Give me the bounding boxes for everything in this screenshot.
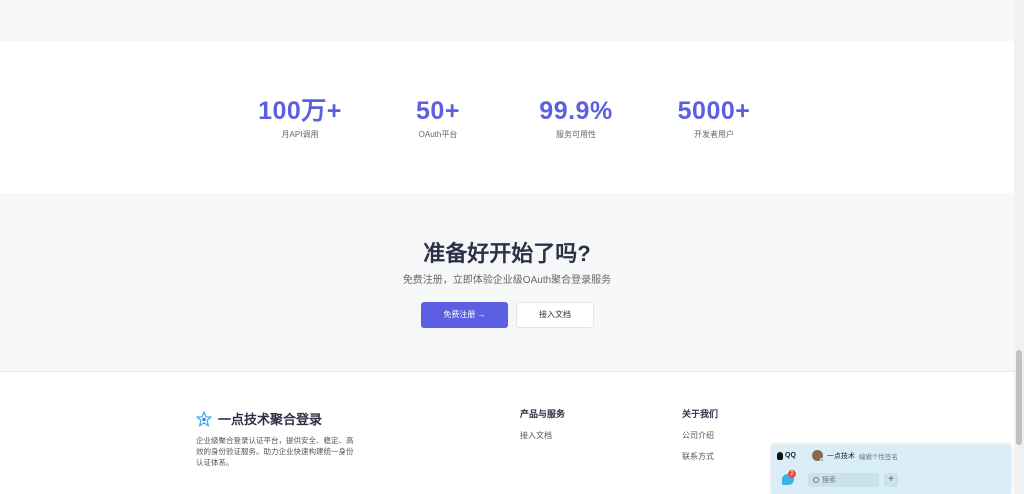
search-placeholder: 搜索	[822, 477, 836, 484]
scrollbar-thumb[interactable]	[1016, 350, 1022, 445]
brand-description: 企业级聚合登录认证平台，提供安全、稳定、高效的身份验证服务。助力企业快速构建统一…	[196, 436, 354, 467]
avatar[interactable]	[811, 450, 824, 462]
add-button[interactable]: +	[884, 473, 898, 487]
stat-label: OAuth平台	[418, 130, 458, 139]
stat-value: 50+	[416, 97, 460, 125]
search-icon	[813, 477, 819, 483]
penguin-icon	[777, 451, 783, 460]
stat-value: 99.9%	[539, 97, 613, 125]
brand-name: 一点技术聚合登录	[218, 412, 323, 427]
stat-label: 月API调用	[281, 130, 319, 139]
docs-button[interactable]: 接入文档	[516, 302, 594, 328]
stat-developers: 5000+ 开发者用户	[644, 97, 784, 140]
footer-link-company[interactable]: 公司介绍	[682, 430, 718, 441]
qq-header: QQ 一点技术 编辑个性签名	[777, 450, 898, 462]
qq-app-name: QQ	[785, 452, 796, 459]
cta-section: 准备好开始了吗? 免费注册，立即体验企业级OAuth聚合登录服务 免费注册 → …	[0, 193, 1014, 371]
footer-brand[interactable]: 一点技术聚合登录	[196, 409, 322, 428]
top-band	[0, 0, 1014, 41]
stat-oauth-platforms: 50+ OAuth平台	[368, 97, 508, 140]
unread-badge: 2	[788, 470, 796, 478]
stat-availability: 99.9% 服务可用性	[506, 97, 646, 140]
scrollbar[interactable]	[1014, 0, 1024, 494]
qq-panel: QQ 一点技术 编辑个性签名 2 搜索 +	[771, 445, 1011, 494]
stat-value: 5000+	[677, 97, 751, 125]
page: 100万+ 月API调用 50+ OAuth平台 99.9% 服务可用性 500…	[0, 0, 1024, 494]
column-title: 产品与服务	[520, 409, 566, 419]
star-icon	[196, 410, 212, 427]
footer-column-products: 产品与服务 接入文档	[520, 407, 565, 441]
footer-column-about: 关于我们 公司介绍 联系方式	[682, 407, 718, 462]
online-status-dot	[819, 458, 824, 462]
qq-logo: QQ	[777, 451, 796, 460]
qq-status-text[interactable]: 编辑个性签名	[859, 451, 898, 461]
stats-section: 100万+ 月API调用 50+ OAuth平台 99.9% 服务可用性 500…	[0, 41, 1014, 193]
qq-search-input[interactable]: 搜索	[808, 473, 879, 487]
cta-subtitle: 免费注册，立即体验企业级OAuth聚合登录服务	[402, 275, 612, 286]
stat-api-calls: 100万+ 月API调用	[230, 97, 370, 140]
footer-link-docs[interactable]: 接入文档	[520, 430, 565, 441]
stat-value: 100万+	[258, 97, 342, 125]
qq-user-name: 一点技术	[826, 452, 855, 460]
footer-link-contact[interactable]: 联系方式	[682, 451, 718, 462]
register-button[interactable]: 免费注册 →	[421, 302, 508, 328]
stat-label: 服务可用性	[556, 130, 596, 139]
stat-label: 开发者用户	[694, 130, 734, 139]
column-title: 关于我们	[682, 409, 719, 419]
cta-title: 准备好开始了吗?	[423, 241, 591, 266]
